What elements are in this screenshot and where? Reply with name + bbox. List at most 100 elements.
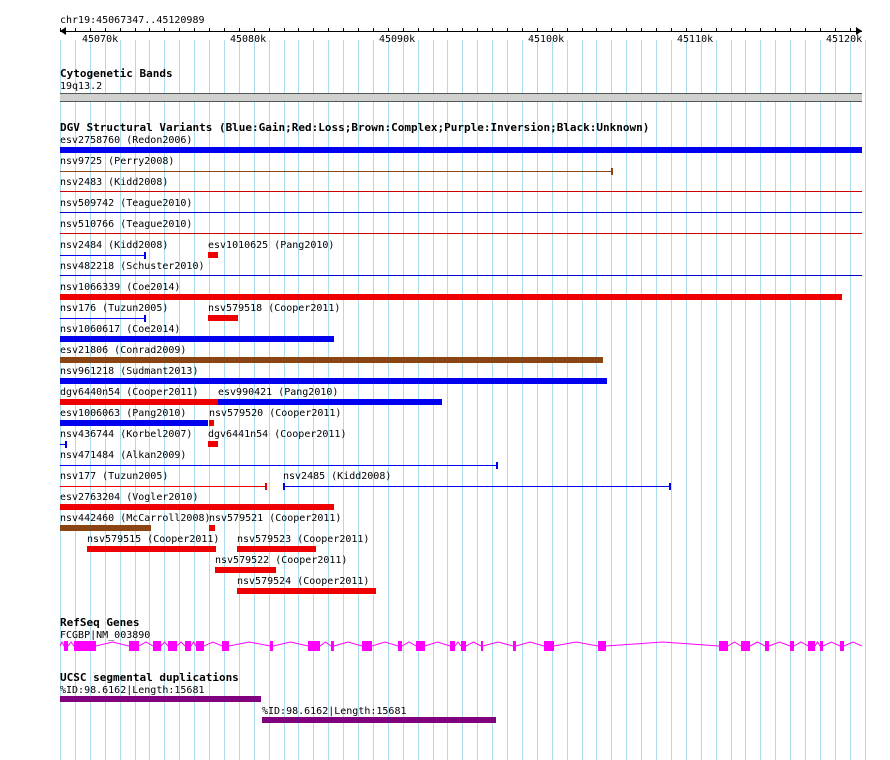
feature-label: nsv579524 (Cooper2011) — [237, 576, 370, 587]
ruler-minor-tick — [656, 28, 657, 32]
exon[interactable] — [185, 641, 191, 651]
dgv-feature-complex[interactable] — [60, 525, 151, 531]
cytoband-track-title: Cytogenetic Bands — [60, 67, 173, 80]
exon[interactable] — [820, 641, 823, 651]
ruler-minor-tick — [447, 28, 448, 32]
feature-label: nsv177 (Tuzun2005) — [60, 471, 169, 482]
exon[interactable] — [398, 641, 402, 651]
feature-end-tick — [144, 315, 146, 322]
ruler-minor-tick — [522, 28, 523, 32]
dgv-feature-gain[interactable] — [60, 275, 862, 276]
feature-label: nsv509742 (Teague2010) — [60, 198, 193, 209]
exon[interactable] — [129, 641, 139, 651]
dgv-feature-gain[interactable] — [283, 486, 670, 487]
ruler-minor-tick — [611, 28, 612, 32]
dgv-feature-loss[interactable] — [60, 486, 266, 487]
dgv-feature-loss[interactable] — [209, 525, 215, 531]
ruler-minor-tick — [239, 28, 240, 32]
exon[interactable] — [362, 641, 372, 651]
dgv-feature-gain[interactable] — [60, 420, 208, 426]
exon[interactable] — [88, 641, 96, 651]
ruler-minor-tick — [343, 28, 344, 32]
feature-label: nsv176 (Tuzun2005) — [60, 303, 169, 314]
ruler-minor-tick — [760, 28, 761, 32]
dgv-feature-loss[interactable] — [237, 546, 316, 552]
exon[interactable] — [598, 641, 606, 651]
segdup-feature[interactable] — [262, 717, 496, 723]
ruler-minor-tick — [135, 28, 136, 32]
dgv-feature-loss[interactable] — [208, 252, 218, 258]
exon[interactable] — [153, 641, 161, 651]
exon[interactable] — [790, 641, 794, 651]
exon[interactable] — [513, 641, 516, 651]
feature-label: nsv579521 (Cooper2011) — [209, 513, 342, 524]
ruler-minor-tick — [328, 28, 329, 32]
exon[interactable] — [840, 641, 844, 651]
dgv-feature-loss[interactable] — [60, 191, 862, 192]
dgv-feature-complex[interactable] — [60, 171, 612, 172]
dgv-feature-complex[interactable] — [60, 357, 603, 363]
dgv-feature-loss[interactable] — [237, 588, 376, 594]
dgv-feature-gain[interactable] — [60, 147, 862, 153]
exon[interactable] — [719, 641, 728, 651]
feature-label: nsv2485 (Kidd2008) — [283, 471, 392, 482]
exon[interactable] — [765, 641, 769, 651]
ruler-minor-tick — [790, 28, 791, 32]
dgv-feature-loss[interactable] — [208, 441, 218, 447]
dgv-feature-loss[interactable] — [215, 567, 276, 573]
exon[interactable] — [270, 641, 273, 651]
ruler-minor-tick — [60, 28, 61, 32]
exon[interactable] — [74, 641, 88, 651]
ruler-minor-tick — [552, 28, 553, 32]
exon[interactable] — [168, 641, 177, 651]
cytoband-bar[interactable] — [60, 93, 862, 102]
feature-end-tick — [265, 483, 267, 490]
ruler-minor-tick — [149, 28, 150, 32]
feature-label: dgv6440n54 (Cooper2011) — [60, 387, 199, 398]
dgv-feature-loss[interactable] — [209, 420, 214, 426]
exon[interactable] — [544, 641, 554, 651]
exon[interactable] — [222, 641, 229, 651]
segdup-feature[interactable] — [60, 696, 261, 702]
exon[interactable] — [450, 641, 455, 651]
ruler-axis — [60, 31, 862, 32]
ruler-location: chr19:45067347..45120989 — [60, 15, 205, 26]
exon[interactable] — [196, 641, 204, 651]
dgv-feature-loss[interactable] — [60, 233, 862, 234]
gene-model-fcgbp[interactable] — [60, 638, 862, 654]
ruler-minor-tick — [164, 28, 165, 32]
exon[interactable] — [808, 641, 815, 651]
dgv-feature-gain[interactable] — [60, 318, 145, 319]
exon[interactable] — [308, 641, 320, 651]
ruler-minor-tick — [209, 28, 210, 32]
dgv-feature-loss[interactable] — [208, 315, 238, 321]
ruler-minor-tick — [418, 28, 419, 32]
dgv-feature-loss[interactable] — [60, 294, 842, 300]
dgv-feature-gain[interactable] — [60, 336, 334, 342]
ruler-minor-tick — [254, 28, 255, 32]
feature-label: nsv9725 (Perry2008) — [60, 156, 175, 167]
exon[interactable] — [416, 641, 425, 651]
exon[interactable] — [64, 641, 68, 651]
dgv-feature-gain[interactable] — [60, 465, 497, 466]
exon[interactable] — [741, 641, 750, 651]
dgv-feature-gain[interactable] — [60, 378, 607, 384]
dgv-feature-loss[interactable] — [60, 399, 218, 405]
dgv-feature-loss[interactable] — [60, 504, 334, 510]
feature-label: nsv436744 (Korbel2007) — [60, 429, 193, 440]
exon[interactable] — [481, 641, 483, 651]
ruler-minor-tick — [388, 28, 389, 32]
dgv-feature-gain[interactable] — [60, 255, 145, 256]
feature-label: nsv1066339 (Coe2014) — [60, 282, 181, 293]
ruler-minor-tick — [850, 28, 851, 32]
ruler-minor-tick — [462, 28, 463, 32]
cytoband-label: 19q13.2 — [60, 81, 103, 92]
dgv-feature-gain[interactable] — [218, 399, 442, 405]
exon[interactable] — [331, 641, 334, 651]
refseq-track-title: RefSeq Genes — [60, 616, 140, 629]
feature-label: nsv579523 (Cooper2011) — [237, 534, 370, 545]
dgv-feature-gain[interactable] — [60, 212, 862, 213]
exon[interactable] — [461, 641, 466, 651]
dgv-feature-loss[interactable] — [87, 546, 216, 552]
feature-label: nsv579522 (Cooper2011) — [215, 555, 348, 566]
